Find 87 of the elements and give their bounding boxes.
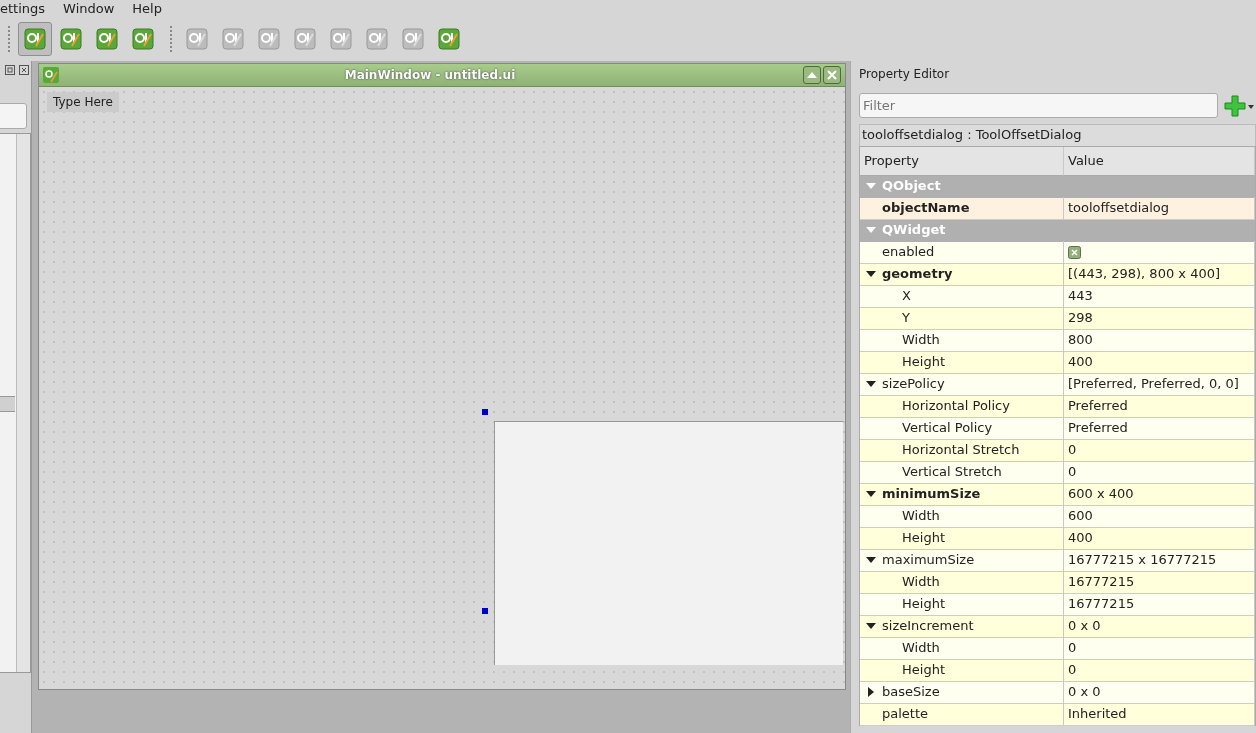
property-name: Width (902, 639, 940, 657)
app-icon (60, 28, 82, 50)
property-value: 0 (1068, 441, 1077, 459)
property-value: 0 (1068, 639, 1077, 657)
property-value: Preferred (1068, 419, 1128, 437)
close-icon[interactable] (19, 65, 29, 75)
property-value: [(443, 298), 800 x 400] (1068, 265, 1221, 283)
triangle-icon (807, 71, 817, 79)
app-icon (402, 28, 424, 50)
property-value: 600 x 400 (1068, 485, 1134, 503)
property-value: 600 (1068, 507, 1093, 525)
app-icon (186, 28, 208, 50)
expanded-arrow-icon[interactable] (866, 557, 876, 563)
property-name: baseSize (882, 683, 940, 701)
property-name: minimumSize (882, 485, 981, 503)
property-name: geometry (882, 265, 953, 283)
expanded-arrow-icon[interactable] (866, 623, 876, 629)
close-icon (827, 70, 837, 80)
property-name: palette (882, 705, 929, 723)
filter-field[interactable]: Filter (859, 93, 1218, 118)
toolbar-button[interactable] (18, 22, 52, 56)
property-value: 800 (1068, 331, 1093, 349)
property-name: objectName (882, 199, 970, 217)
property-name: X (902, 287, 911, 305)
property-value: Inherited (1068, 705, 1127, 723)
property-name: Horizontal Policy (902, 397, 1010, 415)
selection-handle[interactable] (482, 608, 488, 614)
panel-title: Property Editor (859, 66, 951, 83)
property-value: 0 (1068, 463, 1077, 481)
collapsed-arrow-icon[interactable] (868, 687, 874, 697)
menu-placeholder[interactable]: Type Here (47, 92, 119, 112)
property-value: 16777215 x 16777215 (1068, 551, 1217, 569)
property-value: 16777215 (1068, 595, 1135, 613)
property-name: Y (902, 309, 910, 327)
property-value: tooloffsetdialog (1068, 199, 1170, 217)
property-value: 16777215 (1068, 573, 1135, 591)
property-value: 0 x 0 (1068, 683, 1101, 701)
app-icon (222, 28, 244, 50)
scroll-bar[interactable] (16, 134, 30, 672)
property-name: Height (902, 529, 945, 547)
app-icon (24, 28, 46, 50)
property-name: sizeIncrement (882, 617, 974, 635)
property-name: Width (902, 573, 940, 591)
expanded-arrow-icon[interactable] (866, 381, 876, 387)
property-value: 400 (1068, 353, 1093, 371)
add-dropdown-icon[interactable] (1224, 93, 1254, 118)
window-title: MainWindow - untitled.ui (343, 67, 517, 84)
app-icon (132, 28, 154, 50)
property-name: Width (902, 331, 940, 349)
group-label: QWidget (882, 221, 946, 239)
selection-handle[interactable] (482, 409, 488, 415)
property-name: maximumSize (882, 551, 975, 569)
property-name: Height (902, 353, 945, 371)
object-label: tooloffsetdialog : ToolOffsetDialog (859, 124, 1256, 146)
property-name: Horizontal Stretch (902, 441, 1020, 459)
menu-item[interactable]: ettings (0, 0, 55, 17)
app-icon (43, 67, 59, 83)
property-name: Vertical Policy (902, 419, 993, 437)
property-value: 0 x 0 (1068, 617, 1101, 635)
maximize-button[interactable] (803, 66, 821, 84)
menu-item[interactable]: Window (54, 0, 124, 17)
close-button[interactable] (823, 66, 841, 84)
property-name: Height (902, 661, 945, 679)
app-icon (366, 28, 388, 50)
property-name: Width (902, 507, 940, 525)
checkbox[interactable] (1068, 245, 1081, 259)
app-icon (294, 28, 316, 50)
input-field[interactable] (0, 103, 27, 129)
app-icon (438, 28, 460, 50)
menu-item[interactable]: Help (123, 0, 171, 17)
group-label: QObject (882, 177, 941, 195)
float-icon[interactable] (5, 65, 15, 75)
property-value: 400 (1068, 529, 1093, 547)
property-value: 298 (1068, 309, 1093, 327)
expanded-arrow-icon[interactable] (866, 271, 876, 277)
app-icon (96, 28, 118, 50)
property-name: enabled (882, 243, 935, 261)
app-icon (330, 28, 352, 50)
property-value: [Preferred, Preferred, 0, 0] (1068, 375, 1239, 393)
property-value: Preferred (1068, 397, 1128, 415)
property-value: 0 (1068, 661, 1077, 679)
property-value: 443 (1068, 287, 1093, 305)
property-name: sizePolicy (882, 375, 945, 393)
expanded-arrow-icon[interactable] (866, 491, 876, 497)
property-name: Height (902, 595, 945, 613)
app-icon (258, 28, 280, 50)
property-name: Vertical Stretch (902, 463, 1002, 481)
